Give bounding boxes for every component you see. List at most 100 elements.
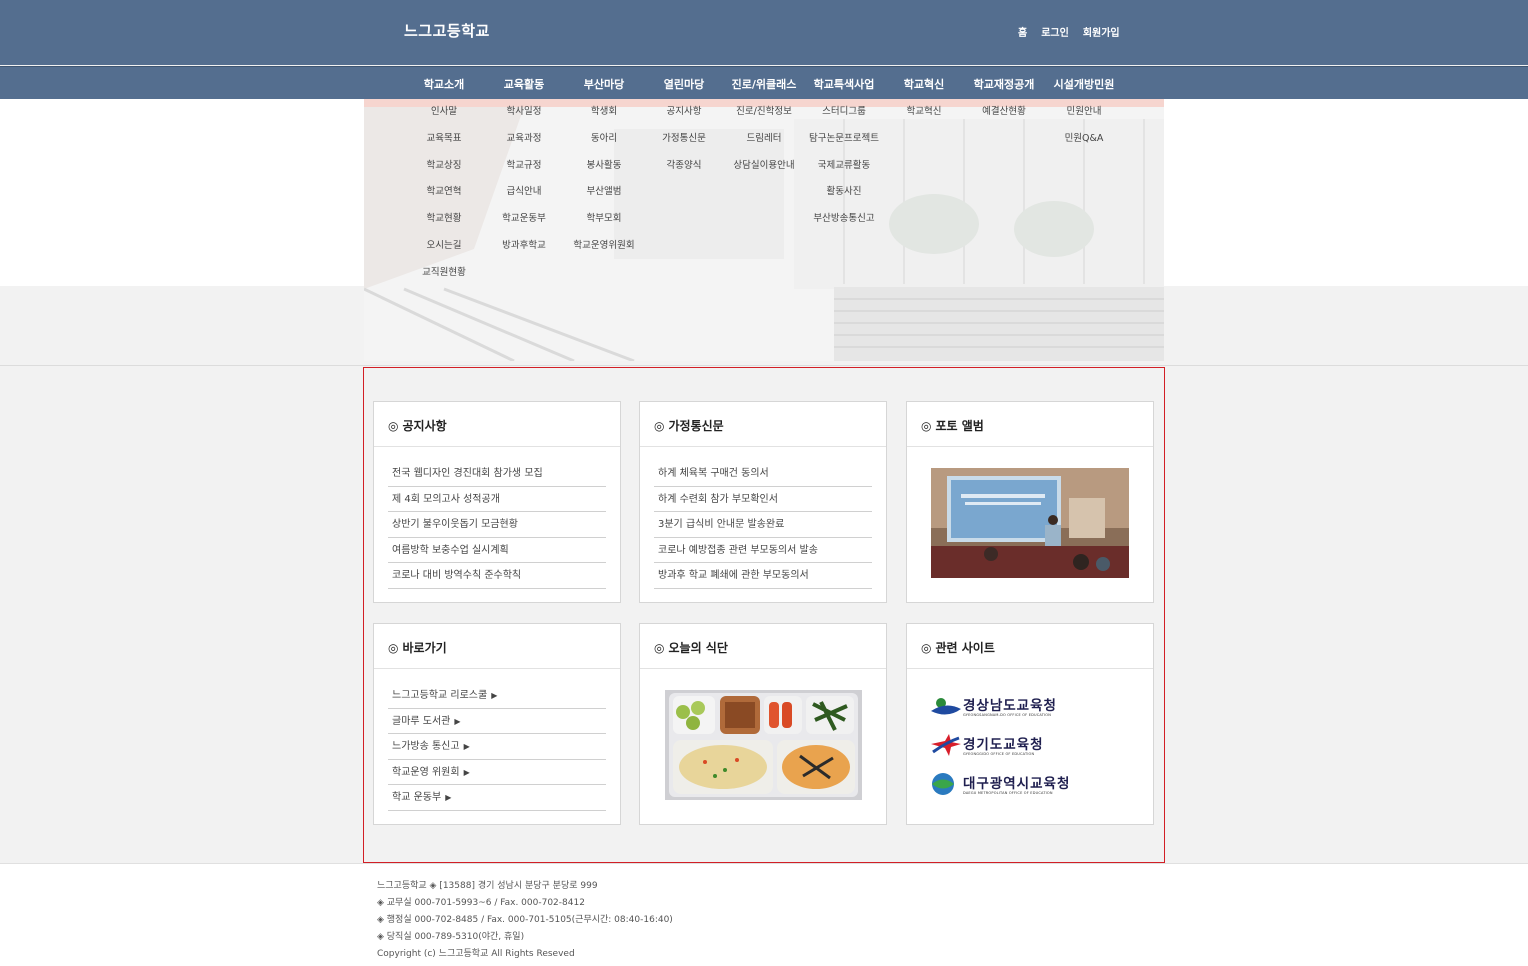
- shortcut-label: 느그고등학교 리로스쿨: [392, 690, 488, 701]
- top-header: 느그고등학교 홈 로그인 회원가입: [0, 0, 1528, 65]
- nav-education[interactable]: 교육활동: [484, 76, 564, 92]
- circle-mark-icon: ◎: [388, 641, 399, 655]
- triangle-right-icon: ▶: [463, 767, 470, 777]
- shortcut-box-title: 바로가기: [402, 641, 447, 655]
- submenu-item[interactable]: 학사일정: [484, 99, 564, 126]
- list-item[interactable]: 코로나 예방접종 관련 부모동의서 발송: [654, 538, 872, 563]
- submenu-item[interactable]: 부산방송통신고: [804, 206, 884, 233]
- sites-box: ◎ 관련 사이트 경상남도교육청 GYEONGSANGNAM-DO OFFICE …: [906, 623, 1154, 825]
- shortcut-link[interactable]: 글마루 도서관 ▶: [388, 709, 606, 734]
- nav-career[interactable]: 진로/위클래스: [724, 76, 804, 92]
- meal-photo[interactable]: [665, 690, 862, 800]
- letter-list: 하계 체육복 구매건 동의서 하계 수련회 참가 부모확인서 3분기 급식비 안…: [640, 447, 886, 589]
- list-item[interactable]: 하계 수련회 참가 부모확인서: [654, 487, 872, 512]
- meal-box-header[interactable]: ◎ 오늘의 식단: [640, 624, 886, 669]
- footer-address: 느그고등학교 ◈ [13588] 경기 성남시 분당구 분당로 999: [377, 881, 598, 891]
- submenu-item[interactable]: 국제교류활동: [804, 153, 884, 180]
- submenu-item[interactable]: 가정통신문: [644, 126, 724, 153]
- submenu-item[interactable]: 민원Q&A: [1044, 126, 1124, 153]
- shortcut-link[interactable]: 느가방송 통신고 ▶: [388, 734, 606, 760]
- notice-list: 전국 웹디자인 경진대회 참가생 모집 제 4회 모의고사 성적공개 상반기 불…: [374, 447, 620, 589]
- submenu-item[interactable]: 인사말: [404, 99, 484, 126]
- submenu-item[interactable]: 방과후학교: [484, 233, 564, 260]
- submenu-open-yard: 공지사항 가정통신문 각종양식: [644, 99, 724, 179]
- list-item[interactable]: 코로나 대비 방역수칙 준수학칙: [388, 563, 606, 589]
- footer-academic-office: ◈ 교무실 000-701-5993~6 / Fax. 000-702-8412: [377, 898, 585, 908]
- letter-box: ◎ 가정통신문 하계 체육복 구매건 동의서 하계 수련회 참가 부모확인서 3분…: [639, 401, 887, 603]
- album-box-title: 포토 앨범: [935, 419, 984, 433]
- submenu-item[interactable]: 각종양식: [644, 153, 724, 180]
- submenu-item[interactable]: 부산앨범: [564, 179, 644, 206]
- submenu-item[interactable]: 학부모회: [564, 206, 644, 233]
- submenu-item[interactable]: 교직원현황: [404, 260, 484, 287]
- submenu-item[interactable]: 학교상징: [404, 153, 484, 180]
- submenu-item[interactable]: 학교규정: [484, 153, 564, 180]
- gyeongnam-edu-logo[interactable]: 경상남도교육청 GYEONGSANGNAM-DO OFFICE OF EDUCA…: [929, 686, 1070, 725]
- site-name: 대구광역시교육청: [963, 776, 1071, 792]
- gyeonggi-edu-logo[interactable]: 경기도교육청 GYEONGGIDO OFFICE OF EDUCATION: [929, 725, 1070, 764]
- submenu-item[interactable]: 민원안내: [1044, 99, 1124, 126]
- submenu-facility: 민원안내 민원Q&A: [1044, 99, 1124, 153]
- list-item[interactable]: 하계 체육복 구매건 동의서: [654, 461, 872, 487]
- submenu-item[interactable]: 학교연혁: [404, 179, 484, 206]
- nav-school-intro[interactable]: 학교소개: [404, 76, 484, 92]
- album-photo[interactable]: [931, 468, 1129, 578]
- submenu-item[interactable]: 급식안내: [484, 179, 564, 206]
- meal-box: ◎ 오늘의 식단: [639, 623, 887, 825]
- shortcut-label: 학교 운동부: [392, 792, 442, 803]
- daegu-edu-logo[interactable]: 대구광역시교육청 DAEGU METROPOLITAN OFFICE OF ED…: [929, 764, 1070, 803]
- nav-facility[interactable]: 시설개방민원: [1044, 76, 1124, 92]
- submenu-item[interactable]: 봉사활동: [564, 153, 644, 180]
- submenu-item[interactable]: 진로/진학정보: [724, 99, 804, 126]
- album-box-header[interactable]: ◎ 포토 앨범: [907, 402, 1153, 447]
- album-box: ◎ 포토 앨범: [906, 401, 1154, 603]
- nav-innovation[interactable]: 학교혁신: [884, 76, 964, 92]
- submenu-item[interactable]: 공지사항: [644, 99, 724, 126]
- list-item[interactable]: 상반기 불우이웃돕기 모금현황: [388, 512, 606, 538]
- list-item[interactable]: 제 4회 모의고사 성적공개: [388, 487, 606, 512]
- submenu-innovation: 학교혁신: [884, 99, 964, 126]
- shortcut-label: 학교운영 위원회: [392, 766, 460, 778]
- submenu-item[interactable]: 교육과정: [484, 126, 564, 153]
- submenu-item[interactable]: 스터디그룹: [804, 99, 884, 126]
- nav-special-program[interactable]: 학교특색사업: [804, 76, 884, 92]
- shortcut-box-header[interactable]: ◎ 바로가기: [374, 624, 620, 669]
- shortcut-link[interactable]: 느그고등학교 리로스쿨 ▶: [388, 683, 606, 709]
- submenu-item[interactable]: 학교현황: [404, 206, 484, 233]
- submenu-item[interactable]: 학교혁신: [884, 99, 964, 126]
- letter-box-header[interactable]: ◎ 가정통신문: [640, 402, 886, 447]
- nav-open-yard[interactable]: 열린마당: [644, 76, 724, 92]
- list-item[interactable]: 3분기 급식비 안내문 발송완료: [654, 512, 872, 538]
- shortcut-link[interactable]: 학교 운동부 ▶: [388, 785, 606, 811]
- nav-finance[interactable]: 학교재정공개: [964, 76, 1044, 92]
- submenu-item[interactable]: 학교운동부: [484, 206, 564, 233]
- submenu-item[interactable]: 동아리: [564, 126, 644, 153]
- submenu-item[interactable]: 학생회: [564, 99, 644, 126]
- submenu-item[interactable]: 학교운영위원회: [564, 233, 644, 260]
- submenu-item[interactable]: 드림레터: [724, 126, 804, 153]
- list-item[interactable]: 전국 웹디자인 경진대회 참가생 모집: [388, 461, 606, 487]
- notice-box-header[interactable]: ◎ 공지사항: [374, 402, 620, 447]
- nav-busan-yard[interactable]: 부산마당: [564, 76, 644, 92]
- submenu-item[interactable]: 오시는길: [404, 233, 484, 260]
- submenu-item[interactable]: 교육목표: [404, 126, 484, 153]
- circle-mark-icon: ◎: [654, 641, 665, 655]
- home-link[interactable]: 홈: [1018, 24, 1027, 39]
- letter-box-title: 가정통신문: [668, 419, 724, 433]
- submenu-item[interactable]: 탐구논문프로젝트: [804, 126, 884, 153]
- circle-mark-icon: ◎: [388, 419, 399, 433]
- list-item[interactable]: 여름방학 보충수업 실시계획: [388, 538, 606, 563]
- shortcut-label: 글마루 도서관: [392, 715, 451, 727]
- list-item[interactable]: 방과후 학교 폐쇄에 관한 부모동의서: [654, 563, 872, 589]
- sites-box-header[interactable]: ◎ 관련 사이트: [907, 624, 1153, 669]
- submenu-item[interactable]: 상담실이용안내: [724, 153, 804, 180]
- submenu-item[interactable]: 예결산현황: [964, 99, 1044, 126]
- submenu-item[interactable]: 활동사진: [804, 179, 884, 206]
- site-title[interactable]: 느그고등학교: [404, 20, 490, 41]
- triangle-right-icon: ▶: [491, 691, 498, 700]
- triangle-right-icon: ▶: [463, 742, 470, 751]
- footer: 느그고등학교 ◈ [13588] 경기 성남시 분당구 분당로 999 ◈ 교무…: [0, 863, 1528, 966]
- shortcut-link[interactable]: 학교운영 위원회 ▶: [388, 760, 606, 785]
- login-link[interactable]: 로그인: [1041, 24, 1069, 39]
- signup-link[interactable]: 회원가입: [1083, 24, 1120, 39]
